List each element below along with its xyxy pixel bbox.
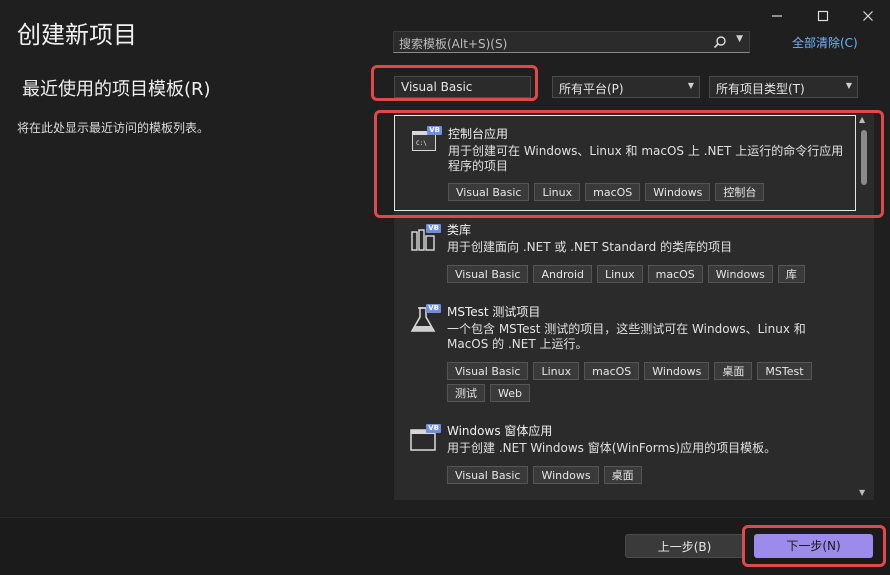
scroll-down-icon[interactable]: ▼ xyxy=(859,488,865,497)
recent-templates-empty-text: 将在此处显示最近访问的模板列表。 xyxy=(17,121,210,135)
template-tags: Visual Basic Linux macOS Windows 桌面 MSTest 测试 W… xyxy=(447,362,847,406)
scroll-up-icon[interactable]: ▲ xyxy=(859,115,865,124)
next-button-highlight xyxy=(742,525,886,567)
template-list-scrollbar[interactable]: ▲ ▼ xyxy=(857,115,871,497)
tag: macOS xyxy=(584,362,640,380)
minimize-icon xyxy=(772,15,782,17)
project-type-filter-select[interactable]: 所有项目类型(T) ▼ xyxy=(709,76,858,98)
template-tags: Visual Basic Android Linux macOS Windows 库 xyxy=(447,265,847,287)
template-search-input[interactable]: 搜索模板(Alt+S)(S) ▼ xyxy=(393,31,750,53)
template-item-winforms[interactable]: VB Windows 窗体应用 用于创建 .NET Windows 窗体(Win… xyxy=(394,420,856,490)
platform-filter-value: 所有平台(P) xyxy=(559,82,624,96)
maximize-button[interactable] xyxy=(811,6,835,26)
tag: 桌面 xyxy=(603,466,642,484)
back-button[interactable]: 上一步(B) xyxy=(625,534,744,558)
clear-all-link[interactable]: 全部清除(C) xyxy=(792,34,858,51)
tag: Android xyxy=(533,265,592,283)
tag: 库 xyxy=(777,265,805,283)
template-desc: 用于创建面向 .NET 或 .NET Standard 的类库的项目 xyxy=(447,240,733,254)
search-dropdown-chevron-icon[interactable]: ▼ xyxy=(736,34,743,44)
project-type-filter-value: 所有项目类型(T) xyxy=(716,82,805,96)
class-library-icon: VB xyxy=(409,224,441,254)
tag: Visual Basic xyxy=(447,265,529,283)
minimize-button[interactable] xyxy=(765,6,789,26)
winforms-icon: VB xyxy=(409,424,441,454)
console-template-highlight xyxy=(374,110,884,218)
close-button[interactable] xyxy=(856,6,880,26)
search-icon xyxy=(713,36,726,49)
template-desc: 用于创建 .NET Windows 窗体(WinForms)应用的项目模板。 xyxy=(447,441,777,455)
close-icon xyxy=(863,11,873,21)
tag: Windows xyxy=(533,466,599,484)
search-placeholder: 搜索模板(Alt+S)(S) xyxy=(399,37,508,51)
chevron-down-icon: ▼ xyxy=(845,81,852,90)
language-filter-value: Visual Basic xyxy=(401,80,473,94)
tag: Linux xyxy=(597,265,643,283)
tag: Linux xyxy=(533,362,580,380)
tag: MSTest xyxy=(757,362,812,380)
tag: Visual Basic xyxy=(447,362,529,380)
template-item-mstest[interactable]: VB MSTest 测试项目 一个包含 MSTest 测试的项目，这些测试可在 … xyxy=(394,302,856,402)
language-filter-select[interactable]: Visual Basic xyxy=(394,76,531,98)
recent-templates-title: 最近使用的项目模板(R) xyxy=(22,79,211,100)
template-tags: Visual Basic Windows 桌面 xyxy=(447,466,847,488)
template-name: MSTest 测试项目 xyxy=(447,305,541,319)
tag: macOS xyxy=(647,265,703,283)
maximize-icon xyxy=(817,10,829,22)
platform-filter-select[interactable]: 所有平台(P) ▼ xyxy=(552,76,700,98)
template-desc: 一个包含 MSTest 测试的项目，这些测试可在 Windows、Linux 和… xyxy=(447,322,806,351)
tag: Web xyxy=(490,384,530,402)
tag: Windows xyxy=(707,265,773,283)
tag: Windows xyxy=(644,362,710,380)
flask-icon: VB xyxy=(409,304,441,334)
tag: 测试 xyxy=(447,384,485,402)
template-name: Windows 窗体应用 xyxy=(447,424,553,438)
template-item-class-library[interactable]: VB 类库 用于创建面向 .NET 或 .NET Standard 的类库的项目… xyxy=(394,220,856,290)
tag: Visual Basic xyxy=(447,466,529,484)
template-name: 类库 xyxy=(447,223,472,237)
scrollbar-thumb[interactable] xyxy=(861,130,867,185)
tag: 桌面 xyxy=(714,362,753,380)
page-title: 创建新项目 xyxy=(17,21,137,49)
chevron-down-icon: ▼ xyxy=(687,81,694,90)
